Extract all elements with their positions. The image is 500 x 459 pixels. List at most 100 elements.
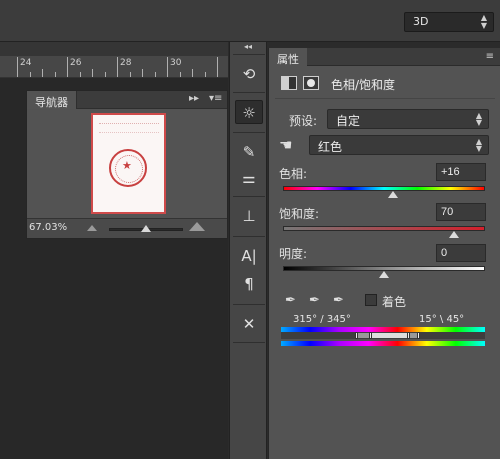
character-icon[interactable]: A| (235, 244, 263, 268)
panel-menu-icon[interactable]: ▾≡ (209, 93, 222, 104)
tool-presets-icon[interactable]: ✕ (235, 312, 263, 336)
panel-icon-strip: ◂◂ ⟲ ☼ ✎ ⚌ ⊥ A| ¶ ✕ (229, 42, 267, 459)
divider (233, 236, 265, 237)
output-color-bar (281, 341, 485, 346)
ruler-tick (180, 72, 181, 77)
zoom-value[interactable]: 67.03% (29, 222, 67, 233)
ruler-tick (142, 69, 143, 77)
zoom-slider-knob[interactable] (140, 225, 151, 232)
adjustments-icon[interactable]: ☼ (235, 100, 263, 124)
expand-panels-icon[interactable]: ◂◂ (244, 42, 252, 51)
range-handle-inner-right[interactable] (407, 332, 410, 339)
hue-value-field[interactable] (436, 163, 486, 181)
range-handle-outer-right[interactable] (417, 332, 420, 339)
ruler-tick (92, 69, 93, 77)
ruler-tick (80, 72, 81, 77)
colorize-checkbox[interactable] (365, 294, 377, 306)
lightness-value-field[interactable] (436, 244, 486, 262)
ruler-tick (117, 57, 118, 77)
range-handle-inner-left[interactable] (369, 332, 372, 339)
collapse-icon[interactable]: ▸▸ (189, 93, 199, 104)
navigator-header: 导航器 ▸▸ ▾≡ (27, 91, 227, 109)
range-core (369, 333, 409, 338)
workspace-select[interactable]: 3D ▲ ▼ (404, 12, 494, 32)
ruler-tick (155, 72, 156, 77)
divider (233, 304, 265, 305)
ruler-tick (167, 57, 168, 77)
lightness-slider-knob[interactable] (379, 271, 389, 278)
properties-panel: 属性 ≡ 色相/饱和度 预设: 自定 ▲▼ ☚ 红色 ▲▼ 色相: 饱和度: 明… (268, 48, 500, 459)
channel-select[interactable]: 红色 ▲ ▼ (309, 135, 489, 155)
navigator-tab[interactable]: 导航器 (27, 91, 77, 109)
navigator-preview[interactable] (27, 110, 227, 218)
ruler-tick (42, 69, 43, 77)
ruler-tick (130, 72, 131, 77)
ruler-tick (105, 72, 106, 77)
lightness-slider[interactable] (283, 266, 485, 278)
hue-slider[interactable] (283, 186, 485, 198)
ruler-label: 24 (20, 58, 32, 68)
select-arrows-icon: ▲ ▼ (475, 137, 482, 153)
preset-select[interactable]: 自定 ▲ ▼ (327, 109, 489, 129)
divider (233, 92, 265, 93)
adjustment-title: 色相/饱和度 (331, 78, 396, 92)
select-arrows-icon: ▲ ▼ (475, 111, 482, 127)
divider (275, 98, 495, 99)
zoom-out-icon[interactable] (87, 225, 97, 231)
workspace-select-value: 3D (413, 15, 429, 28)
options-bar: 3D ▲ ▼ (0, 0, 500, 42)
targeted-adjustment-hand-icon[interactable]: ☚ (279, 136, 292, 154)
ruler-label: 26 (70, 58, 82, 68)
horizontal-ruler[interactable]: 24 26 28 30 (0, 56, 228, 78)
document-thumbnail[interactable] (91, 113, 166, 214)
navigator-footer: 67.03% (27, 218, 227, 238)
navigator-panel: 导航器 ▸▸ ▾≡ 67.03% (26, 90, 228, 239)
ruler-label: 28 (120, 58, 132, 68)
hue-slider-knob[interactable] (387, 191, 398, 198)
colorize-label: 着色 (382, 295, 407, 309)
range-left-degrees: 315° / 345° (293, 314, 351, 325)
select-arrows-icon: ▲ ▼ (480, 13, 487, 30)
hue-label: 色相: (279, 167, 308, 181)
range-handle-outer-left[interactable] (355, 332, 358, 339)
ruler-tick (217, 57, 218, 77)
divider (233, 54, 265, 55)
ruler-tick (205, 72, 206, 77)
saturation-slider-knob[interactable] (449, 231, 459, 238)
stamp-text-lines (99, 123, 159, 133)
document-tab-strip (0, 42, 228, 56)
properties-tab[interactable]: 属性 (269, 48, 307, 66)
paragraph-icon[interactable]: ¶ (235, 272, 263, 296)
channel-select-value: 红色 (318, 140, 343, 154)
history-icon[interactable]: ⟲ (235, 62, 263, 86)
divider (233, 196, 265, 197)
zoom-in-icon[interactable] (189, 222, 205, 231)
seal-stamp (109, 149, 147, 187)
ruler-tick (67, 57, 68, 77)
saturation-label: 饱和度: (279, 207, 320, 221)
eyedropper-add-icon[interactable]: ✒ (309, 293, 320, 308)
saturation-value-field[interactable] (436, 203, 486, 221)
brush-presets-icon[interactable]: ✎ (235, 140, 263, 164)
ruler-tick (55, 72, 56, 77)
preset-label: 预设: (289, 114, 318, 128)
clone-source-icon[interactable]: ⊥ (235, 204, 263, 228)
layer-mask-icon[interactable] (303, 76, 319, 90)
eyedropper-subtract-icon[interactable]: ✒ (333, 293, 344, 308)
ruler-tick (17, 57, 18, 77)
hue-saturation-icon[interactable] (281, 76, 297, 90)
saturation-slider[interactable] (283, 226, 485, 238)
zoom-slider[interactable] (109, 225, 183, 232)
range-right-degrees: 15° \ 45° (419, 314, 465, 325)
divider (233, 132, 265, 133)
eyedropper-icon[interactable]: ✒ (285, 293, 296, 308)
divider (233, 342, 265, 343)
ruler-tick (30, 72, 31, 77)
properties-header: 属性 ≡ (269, 48, 500, 66)
lightness-label: 明度: (279, 247, 308, 261)
ruler-tick (192, 69, 193, 77)
color-range-slider[interactable] (281, 332, 485, 339)
panel-menu-icon[interactable]: ≡ (486, 51, 494, 62)
preset-select-value: 自定 (336, 114, 361, 128)
brush-icon[interactable]: ⚌ (235, 166, 263, 190)
